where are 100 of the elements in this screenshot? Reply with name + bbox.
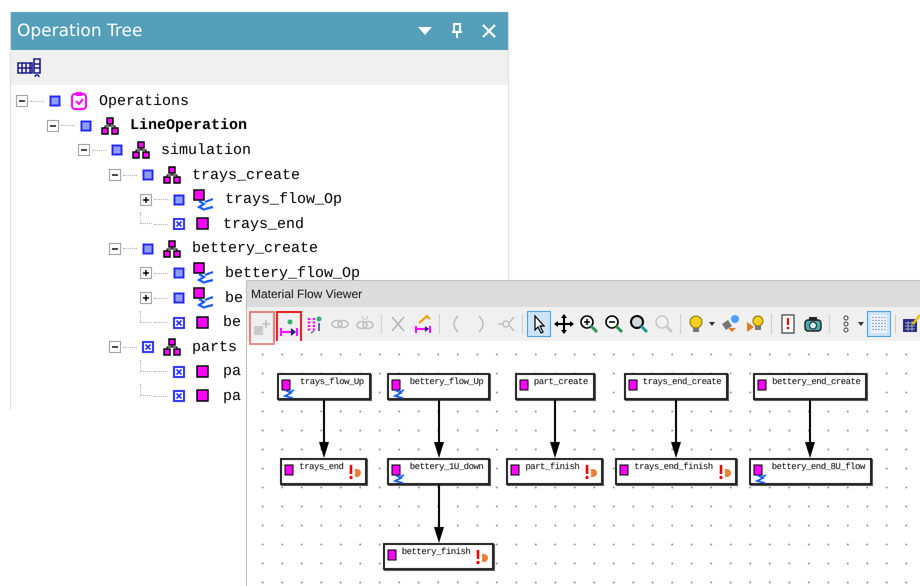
- node-label: part_create: [532, 377, 589, 387]
- node-label: bettery_end_create: [771, 377, 862, 387]
- broken-chain-icon: [356, 316, 374, 330]
- chain-icon: [331, 320, 349, 328]
- expand-button[interactable]: [140, 194, 152, 206]
- collapse-button[interactable]: [47, 120, 59, 132]
- part-icon: [628, 379, 638, 391]
- tree-item[interactable]: bettery_create: [192, 240, 318, 258]
- part-icon: [757, 379, 768, 391]
- flow-node[interactable]: trays_flow_Up: [277, 373, 371, 400]
- flow-node[interactable]: bettery_end_create: [753, 373, 868, 400]
- collapse-button[interactable]: [109, 242, 121, 255]
- flow-node[interactable]: trays_end: [280, 458, 368, 485]
- tree-item[interactable]: Operations: [99, 92, 190, 110]
- flow-arrow: [432, 400, 445, 458]
- flow-operation-icon: [193, 188, 215, 211]
- zoom-out-icon: [605, 315, 624, 334]
- tree-item[interactable]: pa: [223, 363, 242, 380]
- flow-node[interactable]: part_finish: [506, 458, 604, 485]
- flow-operation-icon: [390, 379, 405, 399]
- toolbar-button[interactable]: [527, 311, 551, 337]
- close-button[interactable]: [480, 22, 498, 40]
- curve-icon: [478, 315, 484, 333]
- delete-icon: [391, 316, 405, 332]
- compound-operation-icon: [162, 337, 182, 358]
- flow-arrow: [670, 400, 682, 458]
- tree-item[interactable]: pa: [223, 388, 242, 405]
- pin-icon: [451, 23, 463, 39]
- collapse-button[interactable]: [78, 144, 90, 156]
- tree-item[interactable]: bettery_flow_Op: [225, 264, 360, 282]
- part-icon: [386, 549, 397, 561]
- plus-icon: [142, 269, 150, 278]
- part-icon: [510, 464, 520, 476]
- tree-item[interactable]: be: [223, 314, 242, 332]
- node-label: bettery_flow_Up: [408, 377, 484, 387]
- collapse-button[interactable]: [109, 341, 121, 354]
- flow-node[interactable]: trays_end_finish: [615, 458, 737, 485]
- node-label: trays_end: [298, 462, 344, 472]
- flow-operation-icon: [390, 464, 405, 484]
- part-icon: [619, 464, 630, 476]
- flow-operation-icon: [193, 262, 215, 284]
- warning-icon: [475, 549, 490, 565]
- warning-icon: [584, 464, 598, 480]
- tree-item[interactable]: simulation: [161, 142, 252, 159]
- flow-arrow: [318, 400, 330, 458]
- clipboard-icon: [69, 91, 89, 112]
- flow-arrow: [548, 400, 561, 458]
- compound-operation-icon: [100, 116, 120, 136]
- node-label: trays_flow_Up: [299, 377, 365, 387]
- collapse-button[interactable]: [109, 169, 121, 182]
- tree-item[interactable]: trays_end: [223, 216, 304, 233]
- tree-item[interactable]: trays_create: [192, 166, 300, 184]
- part-icon: [284, 464, 294, 476]
- warning-icon: [718, 464, 732, 480]
- compound-operation-icon: [162, 165, 182, 186]
- node-label: bettery_end_8U_flow: [770, 462, 866, 472]
- caret-icon: [418, 26, 432, 36]
- tree-item[interactable]: trays_flow_Op: [225, 191, 342, 208]
- tree-item[interactable]: LineOperation: [130, 117, 248, 134]
- tree-item[interactable]: parts: [192, 338, 238, 356]
- close-icon: [482, 24, 496, 38]
- flow-node[interactable]: trays_end_create: [624, 373, 728, 400]
- flow-node[interactable]: bettery_flow_Up: [386, 373, 490, 400]
- magnifier-icon: [630, 315, 648, 334]
- bulb-icon: [690, 316, 702, 332]
- expand-button[interactable]: [140, 267, 152, 280]
- bulb-cone-icon: [747, 316, 764, 332]
- compound-operation-icon: [162, 238, 182, 259]
- calendar-edit-icon: [903, 314, 920, 332]
- node-label: trays_end_create: [642, 377, 722, 387]
- pen-arrow-icon: [415, 314, 431, 334]
- flow-arrow: [432, 485, 445, 543]
- flow-node[interactable]: bettery_end_8U_flow: [748, 458, 872, 485]
- plus-box-icon: [254, 319, 271, 335]
- magnifier-icon: [655, 315, 674, 334]
- caret-icon: [709, 322, 715, 326]
- flow-node[interactable]: bettery_1U_down: [386, 458, 490, 485]
- flow-arrow: [804, 400, 816, 458]
- flow-node[interactable]: bettery_finish: [382, 543, 494, 570]
- compound-operation-icon: [131, 140, 151, 160]
- tree-item[interactable]: be: [225, 290, 244, 307]
- bulb-tool-icon: [722, 315, 739, 332]
- node-label: trays_end_finish: [633, 462, 714, 472]
- camera-icon: [804, 317, 822, 332]
- node-label: bettery_finish: [400, 547, 472, 557]
- curve-icon: [453, 315, 459, 333]
- plus-icon: [142, 196, 150, 204]
- expand-button[interactable]: [140, 292, 152, 304]
- flow-node[interactable]: part_create: [514, 373, 595, 400]
- warning-icon: [348, 464, 362, 480]
- node-list-icon: [844, 316, 848, 332]
- report-icon: [781, 314, 795, 334]
- flow-operation-icon: [193, 287, 215, 310]
- collapse-button[interactable]: [16, 95, 28, 108]
- caret-icon: [858, 322, 864, 326]
- node-label: part_finish: [524, 462, 580, 472]
- part-icon: [518, 379, 529, 391]
- dotted-arrow-icon: [308, 316, 322, 334]
- window-title: Material Flow Viewer: [251, 287, 362, 301]
- grid-icon: [871, 315, 887, 333]
